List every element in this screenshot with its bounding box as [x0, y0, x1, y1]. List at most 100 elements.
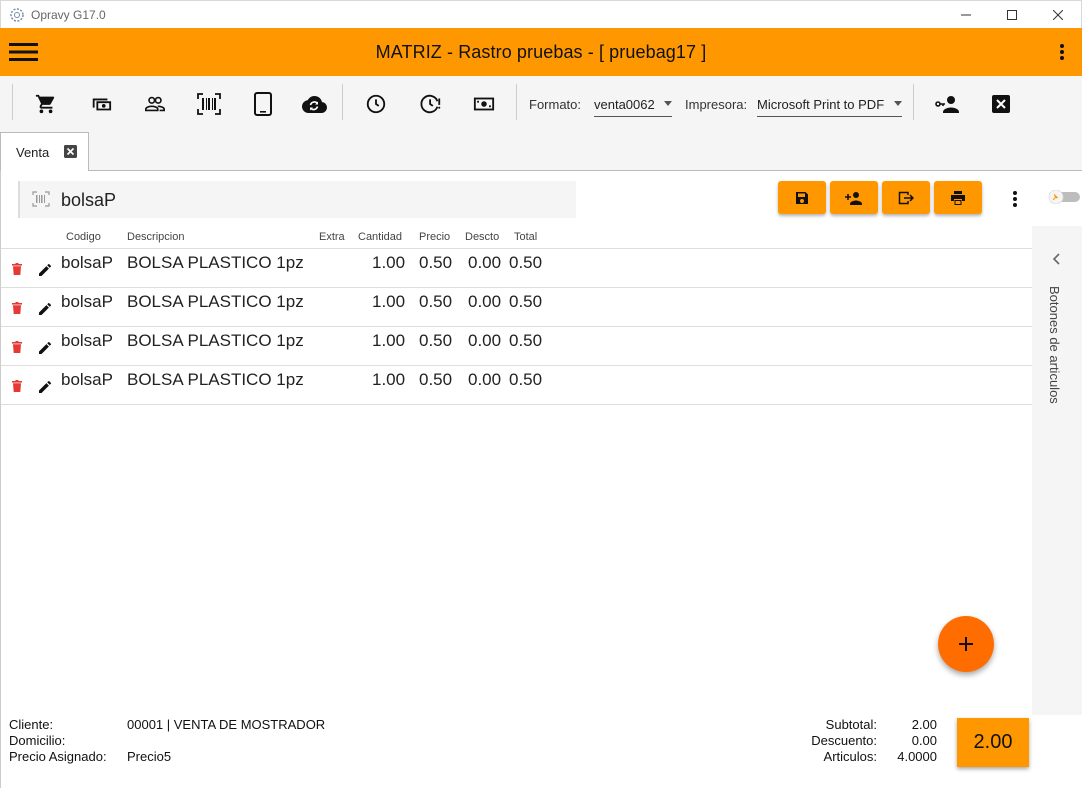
- impresora-label: Impresora:: [685, 97, 748, 112]
- cart-icon: [35, 94, 55, 114]
- cell-cantidad: 1.00: [372, 292, 406, 311]
- cell-descto: 0.00: [468, 292, 502, 311]
- impresora-select[interactable]: Microsoft Print to PDF: [757, 95, 902, 117]
- toolbar-divider: [342, 84, 343, 120]
- close-window-button[interactable]: [1035, 1, 1081, 29]
- delete-icon[interactable]: [12, 263, 22, 275]
- edit-icon[interactable]: [39, 380, 52, 393]
- cell-cantidad: 1.00: [372, 253, 406, 272]
- column-descripcion[interactable]: Descripcion: [127, 231, 184, 243]
- cell-descripcion: BOLSA PLASTICO 1pz: [127, 331, 304, 350]
- tablet-button[interactable]: [250, 92, 276, 116]
- total-button[interactable]: 2.00: [957, 718, 1029, 767]
- menu-button[interactable]: [9, 40, 39, 64]
- descuento-value: 0.00: [911, 733, 937, 748]
- save-button[interactable]: [778, 181, 826, 214]
- print-button[interactable]: [934, 181, 982, 214]
- column-codigo[interactable]: Codigo: [66, 231, 101, 243]
- descuento-label: Descuento:: [811, 733, 877, 748]
- menu-icon: [9, 43, 38, 61]
- tab-venta[interactable]: Venta: [0, 132, 89, 172]
- column-precio[interactable]: Precio: [419, 231, 450, 243]
- appbar-more-button[interactable]: [1052, 40, 1072, 64]
- delete-icon[interactable]: [12, 341, 22, 353]
- tablet-icon: [254, 92, 272, 116]
- cell-precio: 0.50: [419, 370, 453, 389]
- cell-total: 0.50: [509, 292, 543, 311]
- formato-select[interactable]: venta0062: [594, 95, 672, 117]
- cash-icon: [92, 98, 112, 111]
- window-titlebar: Opravy G17.0: [0, 0, 1082, 28]
- minimize-button[interactable]: [943, 1, 989, 29]
- exit-button[interactable]: [882, 181, 930, 214]
- search-input[interactable]: bolsaP: [18, 181, 576, 218]
- cell-total: 0.50: [509, 253, 543, 272]
- app-logo-icon: [10, 7, 24, 22]
- cell-precio: 0.50: [419, 292, 453, 311]
- cell-total: 0.50: [509, 331, 543, 350]
- cell-codigo: bolsaP: [61, 370, 113, 389]
- formato-value: venta0062: [594, 97, 655, 112]
- table-row[interactable]: bolsaP BOLSA PLASTICO 1pz 1.00 0.50 0.00…: [1, 366, 1032, 405]
- edit-icon[interactable]: [39, 341, 52, 354]
- plus-icon: [959, 637, 973, 651]
- cart-button[interactable]: [33, 92, 59, 116]
- cell-codigo: bolsaP: [61, 292, 113, 311]
- pin-toggle[interactable]: [1048, 190, 1080, 204]
- edit-icon[interactable]: [39, 263, 52, 276]
- cell-codigo: bolsaP: [61, 253, 113, 272]
- precio-asignado-value: Precio5: [127, 749, 172, 764]
- cell-descripcion: BOLSA PLASTICO 1pz: [127, 253, 304, 272]
- cell-codigo: bolsaP: [61, 331, 113, 350]
- cliente-label: Cliente:: [9, 717, 54, 732]
- user-key-icon: [935, 96, 959, 113]
- impresora-value: Microsoft Print to PDF: [757, 97, 885, 112]
- cash-button[interactable]: [88, 92, 114, 116]
- cloud-sync-button[interactable]: [299, 92, 329, 116]
- save-icon: [796, 191, 808, 204]
- sale-summary: Cliente: 00001 | VENTA DE MOSTRADOR Domi…: [1, 715, 1082, 788]
- add-customer-button[interactable]: [830, 181, 878, 214]
- options-button[interactable]: [1005, 189, 1025, 209]
- page-title: MATRIZ - Rastro pruebas - [ pruebag17 ]: [375, 41, 707, 62]
- more-vert-icon: [1060, 44, 1064, 60]
- tab-label: Venta: [16, 145, 50, 160]
- domicilio-label: Domicilio:: [9, 733, 66, 748]
- table-row[interactable]: bolsaP BOLSA PLASTICO 1pz 1.00 0.50 0.00…: [1, 288, 1032, 327]
- column-descto[interactable]: Descto: [465, 231, 499, 243]
- toolbar-divider: [12, 84, 13, 120]
- edit-icon[interactable]: [39, 302, 52, 315]
- clock-alert-icon: [420, 94, 441, 114]
- column-extra[interactable]: Extra: [319, 231, 345, 243]
- add-item-fab[interactable]: [938, 616, 994, 672]
- close-box-icon: [992, 95, 1010, 113]
- column-total[interactable]: Total: [514, 231, 537, 243]
- barcode-button[interactable]: [196, 92, 222, 116]
- cell-descto: 0.00: [468, 331, 502, 350]
- table-row[interactable]: bolsaP BOLSA PLASTICO 1pz 1.00 0.50 0.00…: [1, 249, 1032, 288]
- cell-descripcion: BOLSA PLASTICO 1pz: [127, 370, 304, 389]
- user-key-button[interactable]: [934, 92, 960, 116]
- clock-icon: [366, 94, 386, 114]
- item-buttons-panel[interactable]: Botones de articulos: [1032, 226, 1082, 716]
- table-row[interactable]: bolsaP BOLSA PLASTICO 1pz 1.00 0.50 0.00…: [1, 327, 1032, 366]
- subtotal-value: 2.00: [911, 717, 937, 732]
- side-panel-label: Botones de articulos: [1047, 286, 1062, 404]
- column-cantidad[interactable]: Cantidad: [358, 231, 402, 243]
- people-icon: [145, 96, 165, 112]
- clock-button[interactable]: [363, 92, 389, 116]
- cell-descto: 0.00: [468, 253, 502, 272]
- minimize-icon: [961, 14, 971, 16]
- money-button[interactable]: [471, 92, 497, 116]
- tab-close-icon[interactable]: [64, 145, 77, 158]
- delete-icon[interactable]: [12, 302, 22, 314]
- cliente-value: 00001 | VENTA DE MOSTRADOR: [127, 717, 326, 732]
- maximize-button[interactable]: [989, 1, 1035, 29]
- close-sale-button[interactable]: [988, 92, 1014, 116]
- table-header: Codigo Descripcion Extra Cantidad Precio…: [1, 226, 1032, 249]
- delete-icon[interactable]: [12, 380, 22, 392]
- clock-alert-button[interactable]: [418, 92, 444, 116]
- customers-button[interactable]: [142, 92, 168, 116]
- chevron-left-icon[interactable]: [1052, 252, 1062, 266]
- tab-strip: Venta: [0, 132, 1082, 172]
